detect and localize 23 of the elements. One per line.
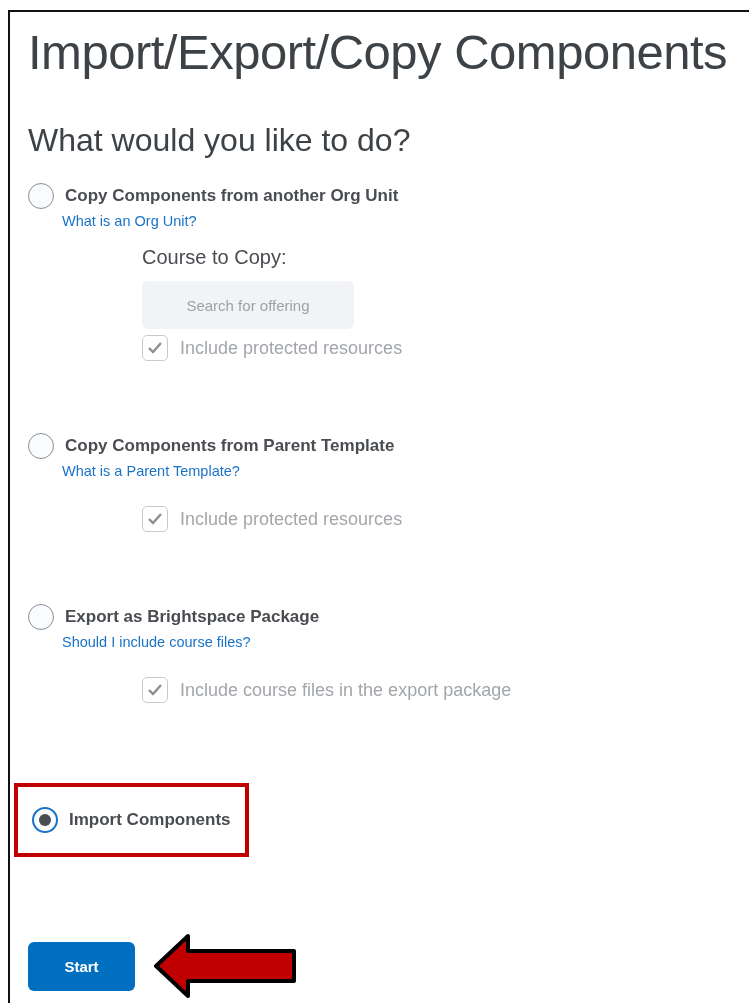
search-field[interactable]: Search for offering xyxy=(142,281,354,329)
radio-button[interactable] xyxy=(28,183,54,209)
checkbox-label: Include protected resources xyxy=(180,337,403,359)
check-icon xyxy=(147,683,163,697)
checkbox-label: Include course files in the export package xyxy=(180,679,512,701)
option-label: Copy Components from Parent Template xyxy=(65,436,395,456)
start-button[interactable]: Start xyxy=(28,941,135,991)
page-title: Import/Export/Copy Components xyxy=(28,24,729,80)
radio-button[interactable] xyxy=(32,807,58,833)
check-icon xyxy=(147,512,163,526)
radio-button[interactable] xyxy=(28,433,54,459)
option-label: Copy Components from another Org Unit xyxy=(65,186,399,206)
help-link[interactable]: What is a Parent Template? xyxy=(62,463,240,479)
help-link[interactable]: Should I include course files? xyxy=(62,634,251,650)
option-label: Import Components xyxy=(69,810,231,830)
arrow-icon xyxy=(153,933,297,999)
field-label: Course to Copy: xyxy=(142,246,287,269)
section-heading: What would you like to do? xyxy=(28,122,412,159)
check-icon xyxy=(147,341,163,355)
help-link[interactable]: What is an Org Unit? xyxy=(62,213,197,229)
option-label: Export as Brightspace Package xyxy=(65,607,320,627)
checkbox-label: Include protected resources xyxy=(180,508,403,530)
radio-button[interactable] xyxy=(28,604,54,630)
